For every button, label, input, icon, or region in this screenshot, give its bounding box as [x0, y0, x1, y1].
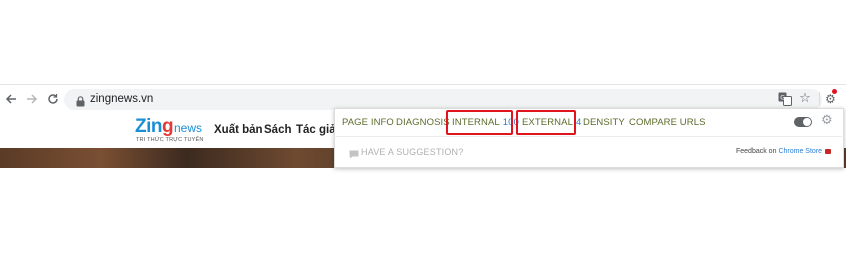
toolbar-divider [0, 84, 846, 85]
url-text[interactable]: zingnews.vn [90, 93, 153, 106]
logo-news: news [174, 121, 203, 135]
enable-toggle[interactable] [794, 117, 812, 127]
forward-arrow-icon[interactable] [24, 91, 40, 107]
star-icon[interactable]: ☆ [797, 91, 813, 107]
tab-density[interactable]: DENSITY [583, 117, 625, 129]
lock-icon[interactable] [76, 94, 85, 107]
internal-highlight-box [446, 110, 513, 135]
feedback-prefix: Feedback on [736, 148, 777, 155]
external-highlight-box [516, 110, 576, 135]
speech-bubble-icon [349, 146, 359, 159]
tab-compare-urls[interactable]: COMPARE URLS [629, 117, 706, 129]
toolbar-separator [819, 92, 820, 106]
logo-wordmark: Zing [135, 116, 174, 137]
external-count: 4 [575, 117, 582, 128]
notification-badge [832, 89, 837, 94]
back-arrow-icon[interactable] [3, 91, 19, 107]
popup-divider [334, 136, 842, 137]
translate-icon[interactable]: G [777, 91, 793, 107]
suggestion-link[interactable]: HAVE A SUGGESTION? [361, 147, 463, 157]
settings-gear-icon[interactable]: ⚙ [821, 114, 835, 128]
logo-tagline: TRI THỨC TRỰC TUYẾN [136, 137, 204, 143]
toggle-knob [803, 118, 811, 126]
feedback-line: Feedback on Chrome Store [736, 147, 832, 156]
address-bar[interactable] [64, 89, 822, 110]
svg-text:G: G [780, 95, 785, 102]
reload-icon[interactable] [45, 91, 61, 107]
tab-page-info[interactable]: PAGE INFO [342, 117, 394, 129]
chrome-store-icon [825, 148, 832, 154]
gear-icon[interactable]: ⚙ [825, 92, 839, 106]
tab-diagnosis[interactable]: DIAGNOSIS [396, 117, 450, 129]
nav-item-tac-gia[interactable]: Tác giả [296, 124, 336, 137]
chrome-store-link[interactable]: Chrome Store [778, 148, 822, 155]
nav-item-sach[interactable]: Sách [264, 124, 292, 137]
nav-item-xuat-ban[interactable]: Xuất bản [214, 124, 263, 137]
